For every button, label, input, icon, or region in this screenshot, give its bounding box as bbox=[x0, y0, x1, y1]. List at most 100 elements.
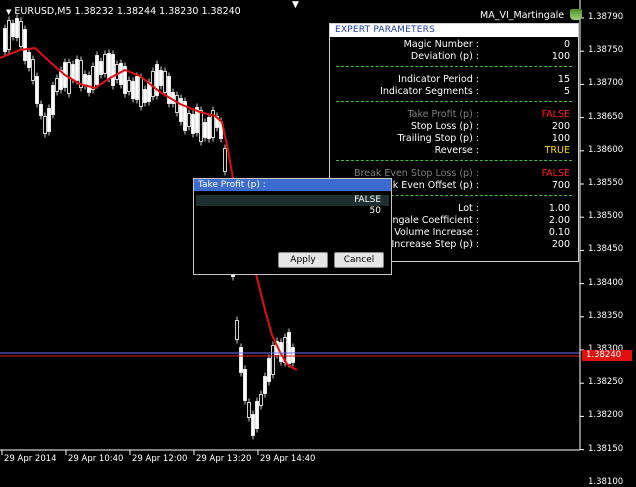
candle-body bbox=[179, 98, 183, 122]
scroll-marker-icon[interactable]: ▼ bbox=[292, 0, 299, 10]
apply-button[interactable]: Apply bbox=[278, 252, 328, 268]
parameter-row[interactable]: Magic Number : 0 bbox=[330, 39, 578, 51]
parameter-label: Indicator Period : bbox=[398, 74, 479, 85]
triangle-down-icon: ▼ bbox=[6, 8, 12, 16]
candle-body bbox=[31, 59, 35, 81]
take-profit-dialog: Take Profit (p) : FALSE 50 Apply Cancel bbox=[193, 178, 392, 275]
candle-body bbox=[271, 345, 275, 375]
dialog-option[interactable]: FALSE bbox=[196, 195, 389, 206]
candle-body bbox=[15, 18, 19, 38]
parameter-value[interactable]: FALSE bbox=[542, 168, 570, 180]
parameter-label: Deviation (p) : bbox=[410, 51, 479, 62]
parameter-value[interactable]: 200 bbox=[552, 239, 570, 251]
price-tick-label: 1.38100 bbox=[588, 476, 624, 487]
parameter-value[interactable]: 0.10 bbox=[549, 227, 570, 239]
time-tick-label: 29 Apr 2014 bbox=[4, 454, 57, 464]
candle-body bbox=[51, 85, 55, 115]
panel-title: EXPERT PARAMETERS bbox=[330, 24, 578, 37]
candle-body bbox=[95, 55, 99, 85]
candle-body bbox=[103, 54, 107, 74]
time-tick-label: 29 Apr 13:20 bbox=[196, 454, 252, 464]
candle-body bbox=[23, 29, 27, 61]
time-tick-label: 29 Apr 14:40 bbox=[260, 454, 316, 464]
parameter-value[interactable]: 1.00 bbox=[549, 203, 570, 215]
parameter-label: Volume Increase : bbox=[394, 227, 479, 238]
dialog-title: Take Profit (p) : bbox=[194, 179, 391, 191]
candle-body bbox=[187, 113, 191, 127]
parameter-value[interactable]: 5 bbox=[564, 86, 570, 98]
parameter-row[interactable]: Indicator Segments : 5 bbox=[330, 86, 578, 98]
candle-body bbox=[191, 114, 195, 134]
candle-body bbox=[251, 414, 255, 436]
candle-body bbox=[139, 77, 143, 107]
dialog-option[interactable]: 50 bbox=[196, 206, 389, 217]
parameter-row[interactable]: Indicator Period : 15 bbox=[330, 74, 578, 86]
candle-body bbox=[259, 394, 263, 406]
parameter-row[interactable]: Trailing Stop (p) : 100 bbox=[330, 133, 578, 145]
candle-body bbox=[171, 92, 175, 104]
candle-body bbox=[291, 347, 295, 363]
candle-body bbox=[115, 64, 119, 80]
candle-body bbox=[151, 71, 155, 97]
price-tick-label: 1.38650 bbox=[588, 111, 624, 122]
expert-hat-icon[interactable] bbox=[570, 9, 583, 20]
candle-body bbox=[75, 59, 79, 81]
candle-body bbox=[287, 332, 291, 364]
candle-body bbox=[131, 81, 135, 99]
panel-separator bbox=[336, 101, 572, 102]
parameter-label: Reverse : bbox=[434, 145, 479, 156]
parameter-label: Lot : bbox=[458, 203, 479, 214]
candle-body bbox=[119, 63, 123, 85]
candle-body bbox=[47, 108, 51, 132]
parameter-value[interactable]: 100 bbox=[552, 133, 570, 145]
candle-body bbox=[247, 402, 251, 418]
candle-body bbox=[263, 376, 267, 394]
candle-body bbox=[267, 358, 271, 382]
candle-body bbox=[255, 401, 259, 429]
candle-body bbox=[83, 74, 87, 86]
parameter-value[interactable]: 15 bbox=[558, 74, 570, 86]
candle-body bbox=[243, 369, 247, 401]
candle-body bbox=[27, 52, 31, 68]
candle-body bbox=[55, 78, 59, 92]
price-tick-label: 1.38600 bbox=[588, 144, 624, 155]
parameter-label: Take Profit (p) : bbox=[407, 109, 479, 120]
parameter-row[interactable]: Reverse : TRUE bbox=[330, 145, 578, 157]
price-tick-label: 1.38750 bbox=[588, 45, 624, 56]
candle-body bbox=[19, 21, 23, 47]
price-tick-label: 1.38150 bbox=[588, 443, 624, 454]
parameter-row[interactable]: Take Profit (p) : FALSE bbox=[330, 109, 578, 121]
candle-body bbox=[127, 80, 131, 92]
parameter-row[interactable]: Stop Loss (p) : 200 bbox=[330, 121, 578, 133]
parameter-value[interactable]: 200 bbox=[552, 121, 570, 133]
current-price-badge: 1.38240 bbox=[582, 350, 632, 361]
parameter-value[interactable]: 100 bbox=[552, 51, 570, 63]
candle-body bbox=[235, 320, 239, 340]
candle-body bbox=[91, 66, 95, 90]
parameter-value[interactable]: FALSE bbox=[542, 109, 570, 121]
candle-body bbox=[11, 23, 15, 37]
time-tick-label: 29 Apr 10:40 bbox=[68, 454, 124, 464]
parameter-value[interactable]: 2.00 bbox=[549, 215, 570, 227]
parameter-value[interactable]: TRUE bbox=[545, 145, 570, 157]
parameter-row[interactable]: Deviation (p) : 100 bbox=[330, 51, 578, 63]
parameter-value[interactable]: 0 bbox=[564, 39, 570, 51]
price-tick-label: 1.38700 bbox=[588, 78, 624, 89]
candle-body bbox=[87, 75, 91, 93]
panel-separator bbox=[336, 160, 572, 161]
price-tick-label: 1.38790 bbox=[588, 12, 624, 22]
candle-body bbox=[199, 110, 203, 142]
cancel-button[interactable]: Cancel bbox=[334, 252, 384, 268]
parameter-label: Magic Number : bbox=[403, 39, 479, 50]
candle-body bbox=[175, 95, 179, 113]
parameter-value[interactable]: 700 bbox=[552, 180, 570, 192]
candle-body bbox=[71, 64, 75, 80]
price-tick-label: 1.38550 bbox=[588, 178, 624, 188]
time-tick-label: 29 Apr 12:00 bbox=[132, 454, 188, 464]
parameter-label: Indicator Segments : bbox=[380, 86, 479, 97]
candle-body bbox=[167, 76, 171, 104]
candle-body bbox=[35, 76, 39, 104]
candle-body bbox=[111, 54, 115, 86]
candle-body bbox=[147, 82, 151, 102]
candle-body bbox=[135, 76, 139, 100]
